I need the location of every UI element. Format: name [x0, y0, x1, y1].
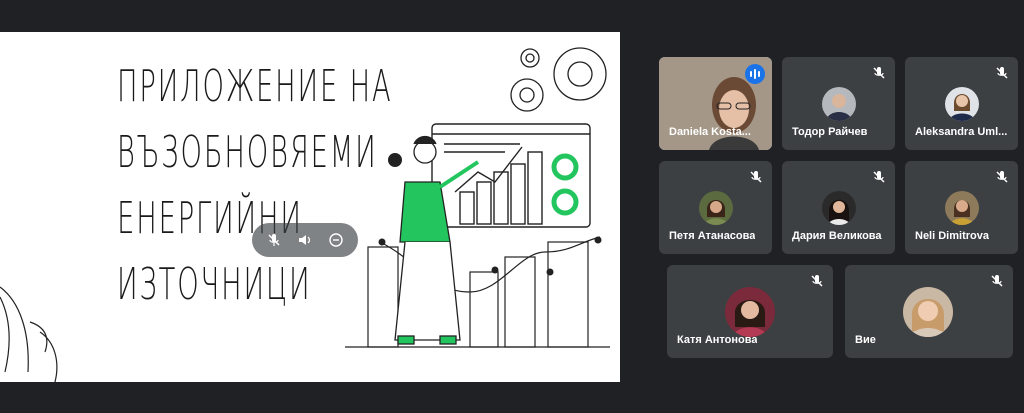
- participant-tile[interactable]: Daniela Kosta...: [659, 57, 772, 150]
- participant-name: Neli Dimitrova: [915, 230, 989, 242]
- participant-name: Вие: [855, 334, 876, 346]
- avatar: [822, 87, 856, 121]
- participant-tile[interactable]: Neli Dimitrova: [905, 161, 1018, 254]
- buildings: [345, 236, 610, 348]
- mic-off-icon: [991, 275, 1003, 287]
- volume-icon: [298, 235, 311, 245]
- participant-tile[interactable]: Петя Атанасова: [659, 161, 772, 254]
- remove-button[interactable]: [324, 228, 348, 252]
- participant-name: Daniela Kosta...: [669, 126, 751, 138]
- minus-circle-icon: [329, 233, 344, 247]
- mic-off-icon: [996, 171, 1008, 183]
- participant-tile[interactable]: Дария Великова: [782, 161, 895, 254]
- leaf-decoration: [0, 286, 58, 382]
- mic-off-icon: [811, 275, 823, 287]
- volume-button[interactable]: [293, 228, 317, 252]
- mic-off-icon: [996, 67, 1008, 79]
- participant-name: Петя Атанасова: [669, 230, 756, 242]
- presentation-stage: ПРИЛОЖЕНИЕ НА ВЪЗОБНОВЯЕМИ ЕНЕРГИЙНИ ИЗТ…: [0, 0, 620, 413]
- participant-tile[interactable]: Тодор Райчев: [782, 57, 895, 150]
- small-gear-icon: [388, 153, 402, 167]
- shared-slide: ПРИЛОЖЕНИЕ НА ВЪЗОБНОВЯЕМИ ЕНЕРГИЙНИ ИЗТ…: [0, 32, 620, 382]
- mic-off-icon: [268, 234, 280, 246]
- slide-illustration: [0, 47, 610, 382]
- participant-tile[interactable]: Вие: [845, 265, 1013, 358]
- gear-decoration: [510, 47, 607, 112]
- avatar: [699, 191, 733, 225]
- speaking-indicator: [745, 64, 765, 84]
- presentation-controls: [252, 223, 358, 257]
- mic-off-icon: [750, 171, 762, 183]
- avatar: [945, 191, 979, 225]
- mic-off-icon: [873, 171, 885, 183]
- participant-name: Тодор Райчев: [792, 126, 868, 138]
- participant-tile[interactable]: Катя Антонова: [667, 265, 833, 358]
- avatar: [945, 87, 979, 121]
- participant-name: Дария Великова: [792, 230, 882, 242]
- avatar: [725, 287, 775, 337]
- mic-off-button[interactable]: [262, 228, 286, 252]
- participant-name: Катя Антонова: [677, 334, 758, 346]
- mic-off-icon: [873, 67, 885, 79]
- avatar: [903, 287, 953, 337]
- participant-tile[interactable]: Aleksandra Uml...: [905, 57, 1018, 150]
- avatar: [822, 191, 856, 225]
- participant-name: Aleksandra Uml...: [915, 126, 1008, 138]
